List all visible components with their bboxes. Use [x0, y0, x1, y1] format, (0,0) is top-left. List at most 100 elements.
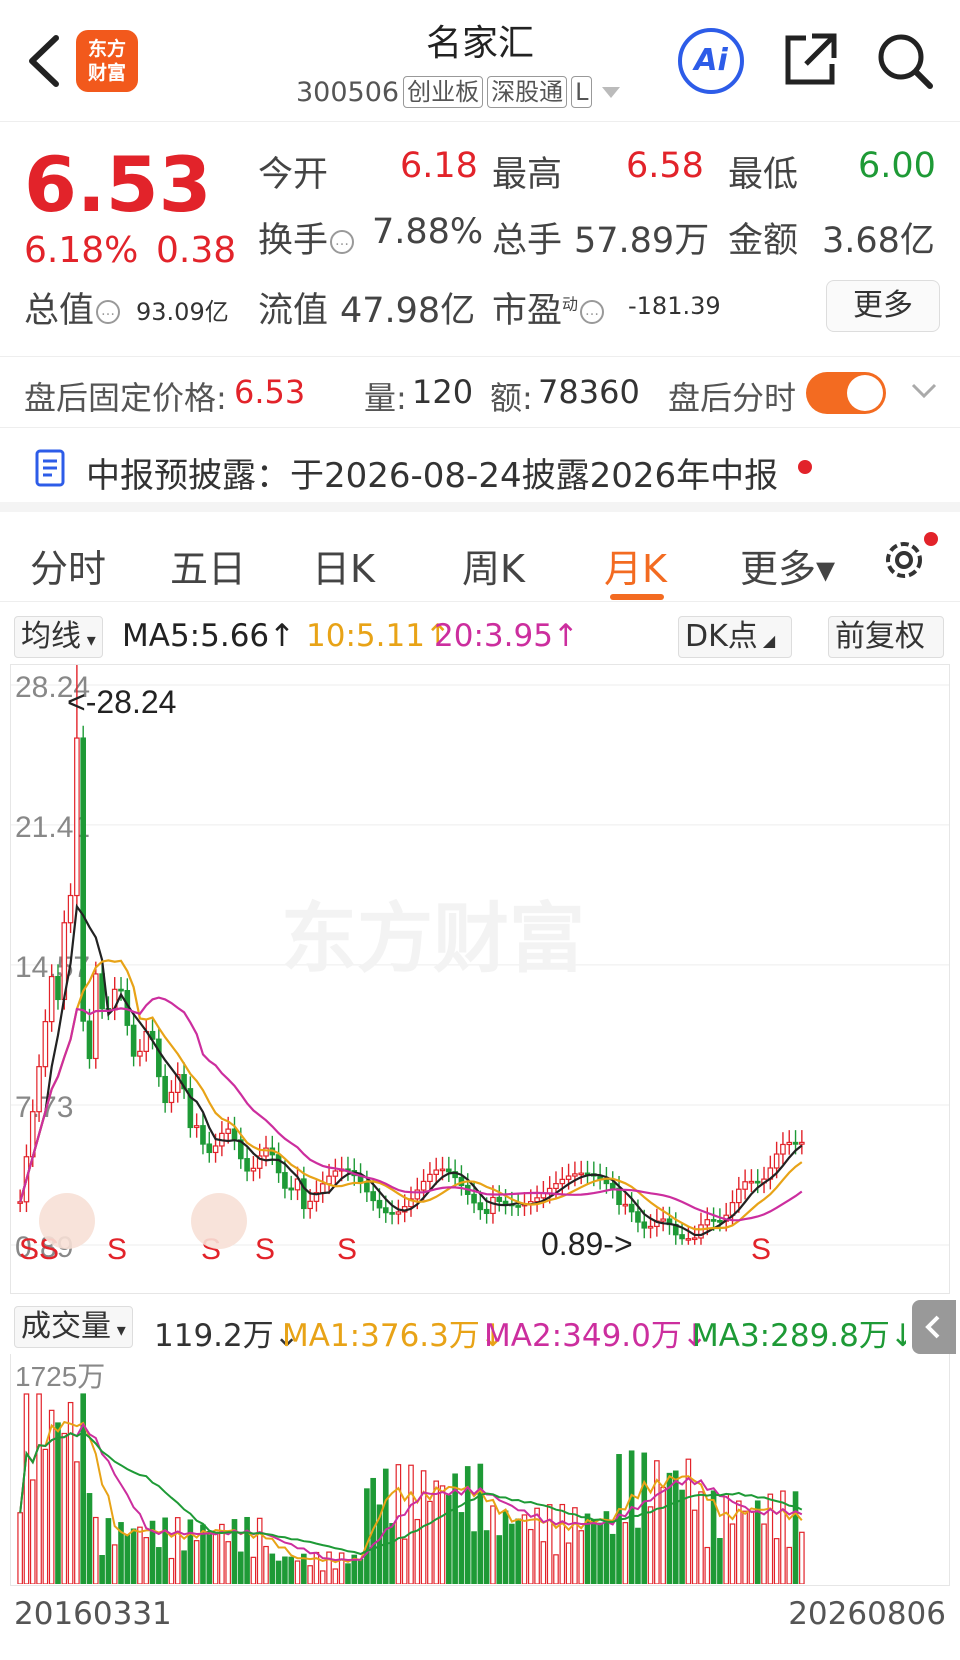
search-icon[interactable]: [874, 30, 936, 92]
volume-bar: [483, 1530, 490, 1585]
volume-bar: [408, 1464, 414, 1585]
candle-body: [780, 1143, 786, 1155]
candle-body: [206, 1143, 213, 1154]
volume-bar: [780, 1490, 786, 1585]
candle-body: [332, 1170, 339, 1177]
candle-body: [118, 988, 124, 992]
volume-bar: [502, 1510, 509, 1585]
ma10-value: 10:5.11↑: [306, 618, 451, 654]
stock-code: 300506: [296, 76, 400, 108]
kline-svg: 28.2421.4114.577.730.89东方财富<-28.240.89->…: [11, 643, 949, 1266]
volume-bar: [23, 1393, 30, 1585]
ai-assistant-icon[interactable]: Ai: [678, 28, 744, 94]
volume-bar: [263, 1545, 269, 1585]
share-icon[interactable]: [780, 30, 840, 90]
change-percent: 6.18%: [24, 230, 139, 271]
chevron-down-icon[interactable]: [910, 376, 938, 404]
kline-chart[interactable]: 28.24 21.41 14.57 7.73 0.89 东方财富 <-28.24 0.89->…: [10, 643, 950, 1294]
candle-body: [704, 1219, 711, 1226]
volume-bar: [42, 1448, 49, 1585]
candle-body: [382, 1207, 389, 1214]
amount-label: 金额: [728, 221, 799, 261]
volume-bar: [168, 1557, 175, 1585]
float-cap-value: 47.98亿: [340, 291, 476, 331]
volume-bar: [212, 1531, 219, 1585]
ma-selector[interactable]: 均线 ▾: [14, 616, 103, 658]
volume-bar: [225, 1541, 231, 1585]
ma20-value: 20:3.95↑: [434, 618, 579, 654]
candle-body: [395, 1211, 402, 1215]
volume-bar: [672, 1470, 679, 1585]
candle-body: [792, 1141, 799, 1145]
volume-bar: [124, 1534, 131, 1585]
volume-bar: [29, 1479, 36, 1585]
tab-day-k[interactable]: 日K: [312, 538, 375, 593]
candle-body: [786, 1141, 793, 1146]
after-hours-vol-label: 量:: [364, 379, 407, 417]
volume-bar: [105, 1518, 112, 1585]
info-icon[interactable]: …: [330, 230, 355, 254]
after-hours-toggle[interactable]: [806, 372, 886, 414]
volume-bar: [162, 1517, 168, 1585]
volume-bar: [515, 1518, 521, 1585]
volume-bar: [666, 1472, 673, 1585]
candle-body: [370, 1191, 376, 1202]
adjust-button[interactable]: 前复权: [828, 616, 944, 658]
fullscreen-circle-icon: [191, 1193, 247, 1249]
volume-bar: [565, 1542, 572, 1585]
tab-timeshare[interactable]: 分时: [30, 538, 106, 593]
info-icon[interactable]: …: [96, 300, 121, 324]
candle-body: [477, 1202, 484, 1211]
candle-body: [773, 1153, 780, 1169]
report-notice[interactable]: 中报预披露：于2026-08-24披露2026年中报: [0, 430, 960, 512]
volume-selector[interactable]: 成交量 ▾: [14, 1306, 133, 1348]
chart-period-tabs: 分时 五日 日K 周K 月K 更多▾: [0, 522, 960, 602]
volume-bar: [477, 1463, 484, 1585]
candle-body: [74, 737, 80, 897]
candle-body: [679, 1234, 685, 1240]
more-quote-button[interactable]: 更多: [826, 280, 940, 332]
volume-bar: [326, 1551, 332, 1585]
volume-bar: [137, 1526, 143, 1585]
board-tag: 创业板: [403, 76, 484, 108]
stock-code-row[interactable]: 300506 创业板 深股通 L: [296, 74, 621, 110]
back-arrow-icon[interactable]: [22, 30, 72, 92]
sell-signal-label: S: [255, 1233, 275, 1266]
change-amount: 0.38: [156, 230, 237, 271]
collapse-panel-button[interactable]: [912, 1300, 956, 1354]
volume-chart[interactable]: 1725万: [10, 1354, 950, 1586]
volume-bar: [382, 1468, 389, 1585]
volume-bar: [364, 1488, 370, 1585]
volume-bar: [288, 1556, 295, 1585]
tab-five-day[interactable]: 五日: [170, 538, 246, 593]
volume-max-label: 1725万: [15, 1361, 105, 1392]
volume-bar: [464, 1466, 471, 1585]
candle-body: [156, 1038, 162, 1078]
candle-body: [282, 1172, 288, 1189]
volume-bar: [527, 1528, 534, 1585]
info-icon[interactable]: …: [580, 300, 605, 324]
candle-body: [496, 1196, 503, 1202]
vol-ma3: MA3:289.8万↓: [692, 1318, 906, 1354]
turnover-label: 换手…: [258, 212, 355, 263]
x-axis-end-date: 20260806: [788, 1596, 946, 1632]
dk-points-button[interactable]: DK点 ◢: [678, 616, 792, 658]
gear-icon[interactable]: [878, 534, 930, 586]
tab-month-k[interactable]: 月K: [604, 538, 667, 593]
sell-signal-label: S: [107, 1233, 127, 1266]
tab-week-k[interactable]: 周K: [462, 538, 525, 593]
volume-bar: [55, 1422, 61, 1585]
volume-value: 57.89万: [574, 221, 710, 261]
candle-body: [389, 1212, 395, 1215]
volume-bar: [691, 1509, 698, 1585]
candle-body: [250, 1167, 257, 1172]
tab-more[interactable]: 更多▾: [740, 538, 835, 593]
high-label: 最高: [492, 155, 563, 195]
candle-body: [326, 1175, 332, 1185]
candle-body: [572, 1173, 578, 1177]
volume-bar: [496, 1535, 503, 1585]
volume-bar: [572, 1507, 578, 1585]
settings-badge-dot: [924, 532, 938, 546]
volume-bar: [237, 1551, 244, 1585]
volume-current: 119.2万↓: [154, 1318, 300, 1354]
